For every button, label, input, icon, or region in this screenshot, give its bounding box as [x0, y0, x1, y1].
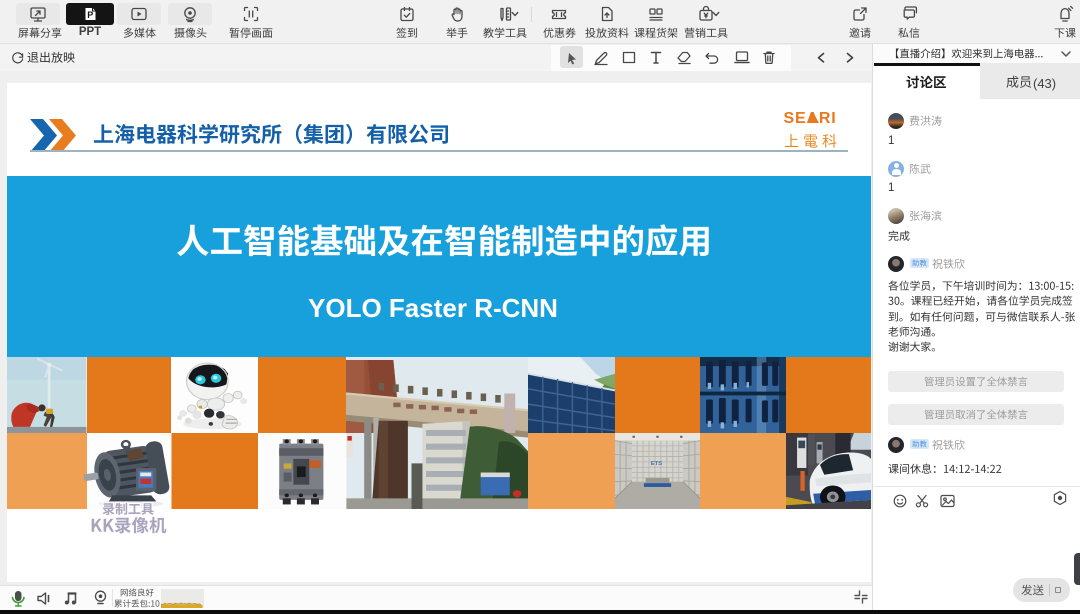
svg-text:ETS: ETS	[651, 461, 663, 467]
svg-text:P: P	[87, 10, 93, 20]
